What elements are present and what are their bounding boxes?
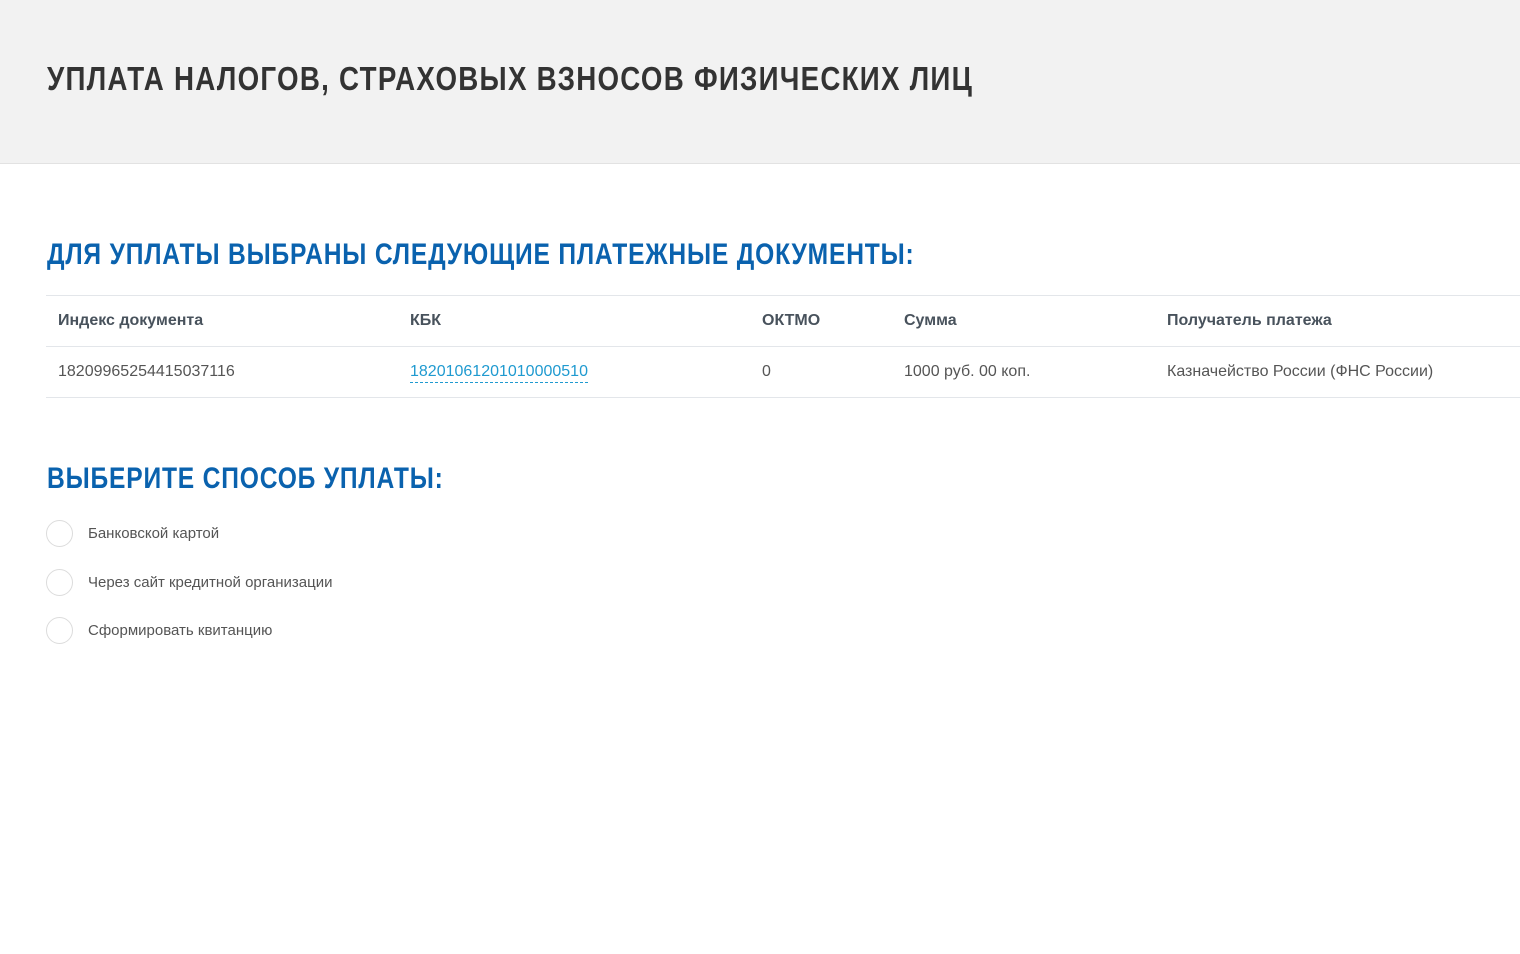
radio-button[interactable] bbox=[46, 520, 73, 547]
payment-option-card[interactable]: Банковской картой bbox=[46, 520, 219, 547]
radio-button[interactable] bbox=[46, 569, 73, 596]
column-header: Получатель платежа bbox=[1167, 312, 1332, 329]
payment-option-bank-site[interactable]: Через сайт кредитной организации bbox=[46, 569, 333, 596]
table-row: 18209965254415037116 1820106120101000051… bbox=[46, 346, 1520, 398]
recipient-value: Казначейство России (ФНС России) bbox=[1167, 363, 1434, 380]
page-title: УПЛАТА НАЛОГОВ, СТРАХОВЫХ ВЗНОСОВ ФИЗИЧЕ… bbox=[47, 60, 974, 97]
column-header: КБК bbox=[410, 312, 442, 329]
page-header: УПЛАТА НАЛОГОВ, СТРАХОВЫХ ВЗНОСОВ ФИЗИЧЕ… bbox=[0, 0, 1520, 164]
document-index: 18209965254415037116 bbox=[58, 363, 235, 380]
table-header-row: Индекс документа КБК ОКТМО Сумма Получат… bbox=[46, 295, 1520, 347]
sum-value: 1000 руб. 00 коп. bbox=[904, 363, 1031, 380]
payment-method-heading: ВЫБЕРИТЕ СПОСОБ УПЛАТЫ: bbox=[47, 462, 444, 495]
oktmo-value: 0 bbox=[762, 363, 771, 380]
radio-button[interactable] bbox=[46, 617, 73, 644]
column-header: Индекс документа bbox=[58, 312, 204, 329]
option-label: Сформировать квитанцию bbox=[88, 622, 273, 639]
payment-option-receipt[interactable]: Сформировать квитанцию bbox=[46, 617, 272, 644]
documents-heading: ДЛЯ УПЛАТЫ ВЫБРАНЫ СЛЕДУЮЩИЕ ПЛАТЕЖНЫЕ Д… bbox=[47, 238, 915, 271]
column-header: Сумма bbox=[904, 312, 957, 329]
kbk-link[interactable]: 18201061201010000510 bbox=[410, 363, 588, 383]
documents-table: Индекс документа КБК ОКТМО Сумма Получат… bbox=[46, 295, 1520, 398]
option-label: Через сайт кредитной организации bbox=[88, 574, 333, 591]
column-header: ОКТМО bbox=[762, 312, 821, 329]
option-label: Банковской картой bbox=[88, 525, 220, 542]
